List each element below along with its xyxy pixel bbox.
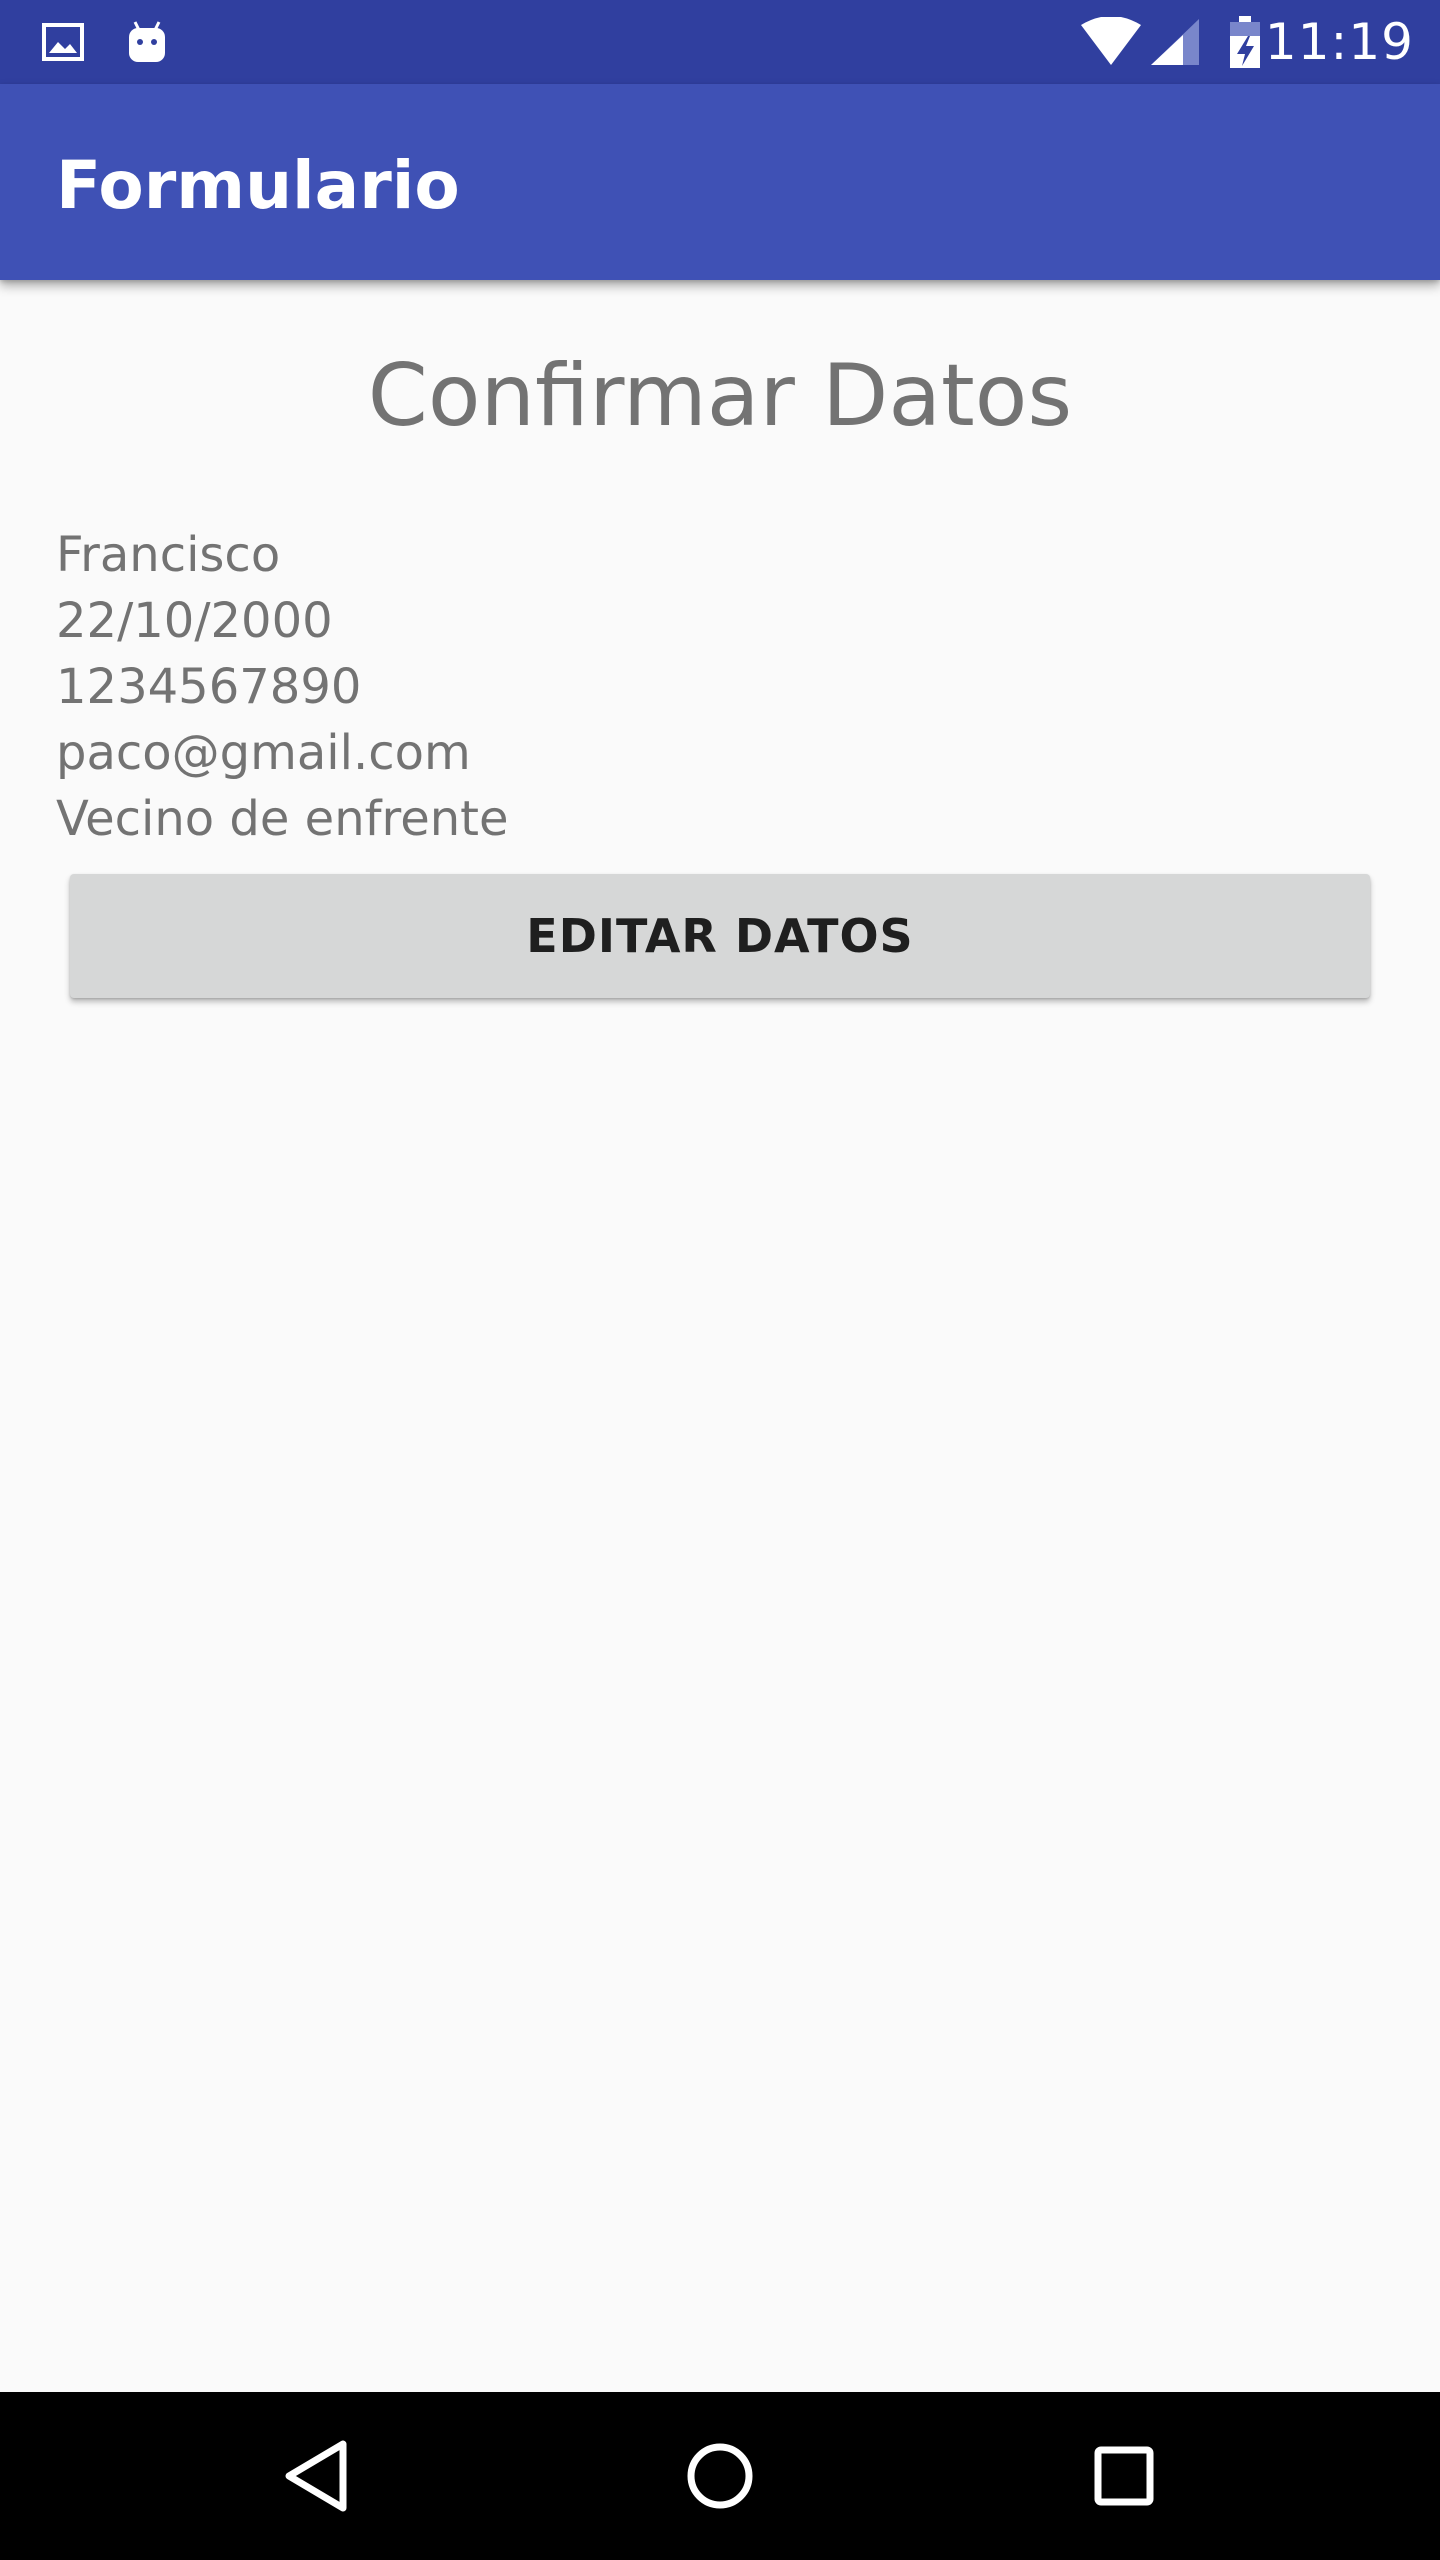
main-content: Confirmar Datos Francisco 22/10/2000 123… <box>0 280 1440 2392</box>
navigation-bar <box>0 2392 1440 2560</box>
confirmation-data-list: Francisco 22/10/2000 1234567890 paco@gma… <box>56 522 509 852</box>
home-icon[interactable] <box>670 2426 770 2526</box>
description-value: Vecino de enfrente <box>56 791 509 847</box>
birthdate-value: 22/10/2000 <box>56 593 333 649</box>
page-heading: Confirmar Datos <box>367 346 1073 446</box>
wifi-icon <box>1078 14 1144 70</box>
status-time: 11:19 <box>1264 13 1414 71</box>
cell-signal-icon <box>1148 14 1202 70</box>
phone-value: 1234567890 <box>56 659 362 715</box>
android-notification-icon <box>122 14 172 70</box>
email-value: paco@gmail.com <box>56 725 471 781</box>
name-value: Francisco <box>56 527 281 583</box>
app-title: Formulario <box>56 147 460 224</box>
app-bar: Formulario <box>0 84 1440 280</box>
recents-icon[interactable] <box>1074 2426 1174 2526</box>
battery-charging-icon <box>1222 14 1268 70</box>
status-bar: 11:19 <box>0 0 1440 84</box>
edit-data-button[interactable]: EDITAR DATOS <box>70 874 1370 998</box>
back-icon[interactable] <box>266 2426 366 2526</box>
image-notification-icon <box>38 14 88 70</box>
